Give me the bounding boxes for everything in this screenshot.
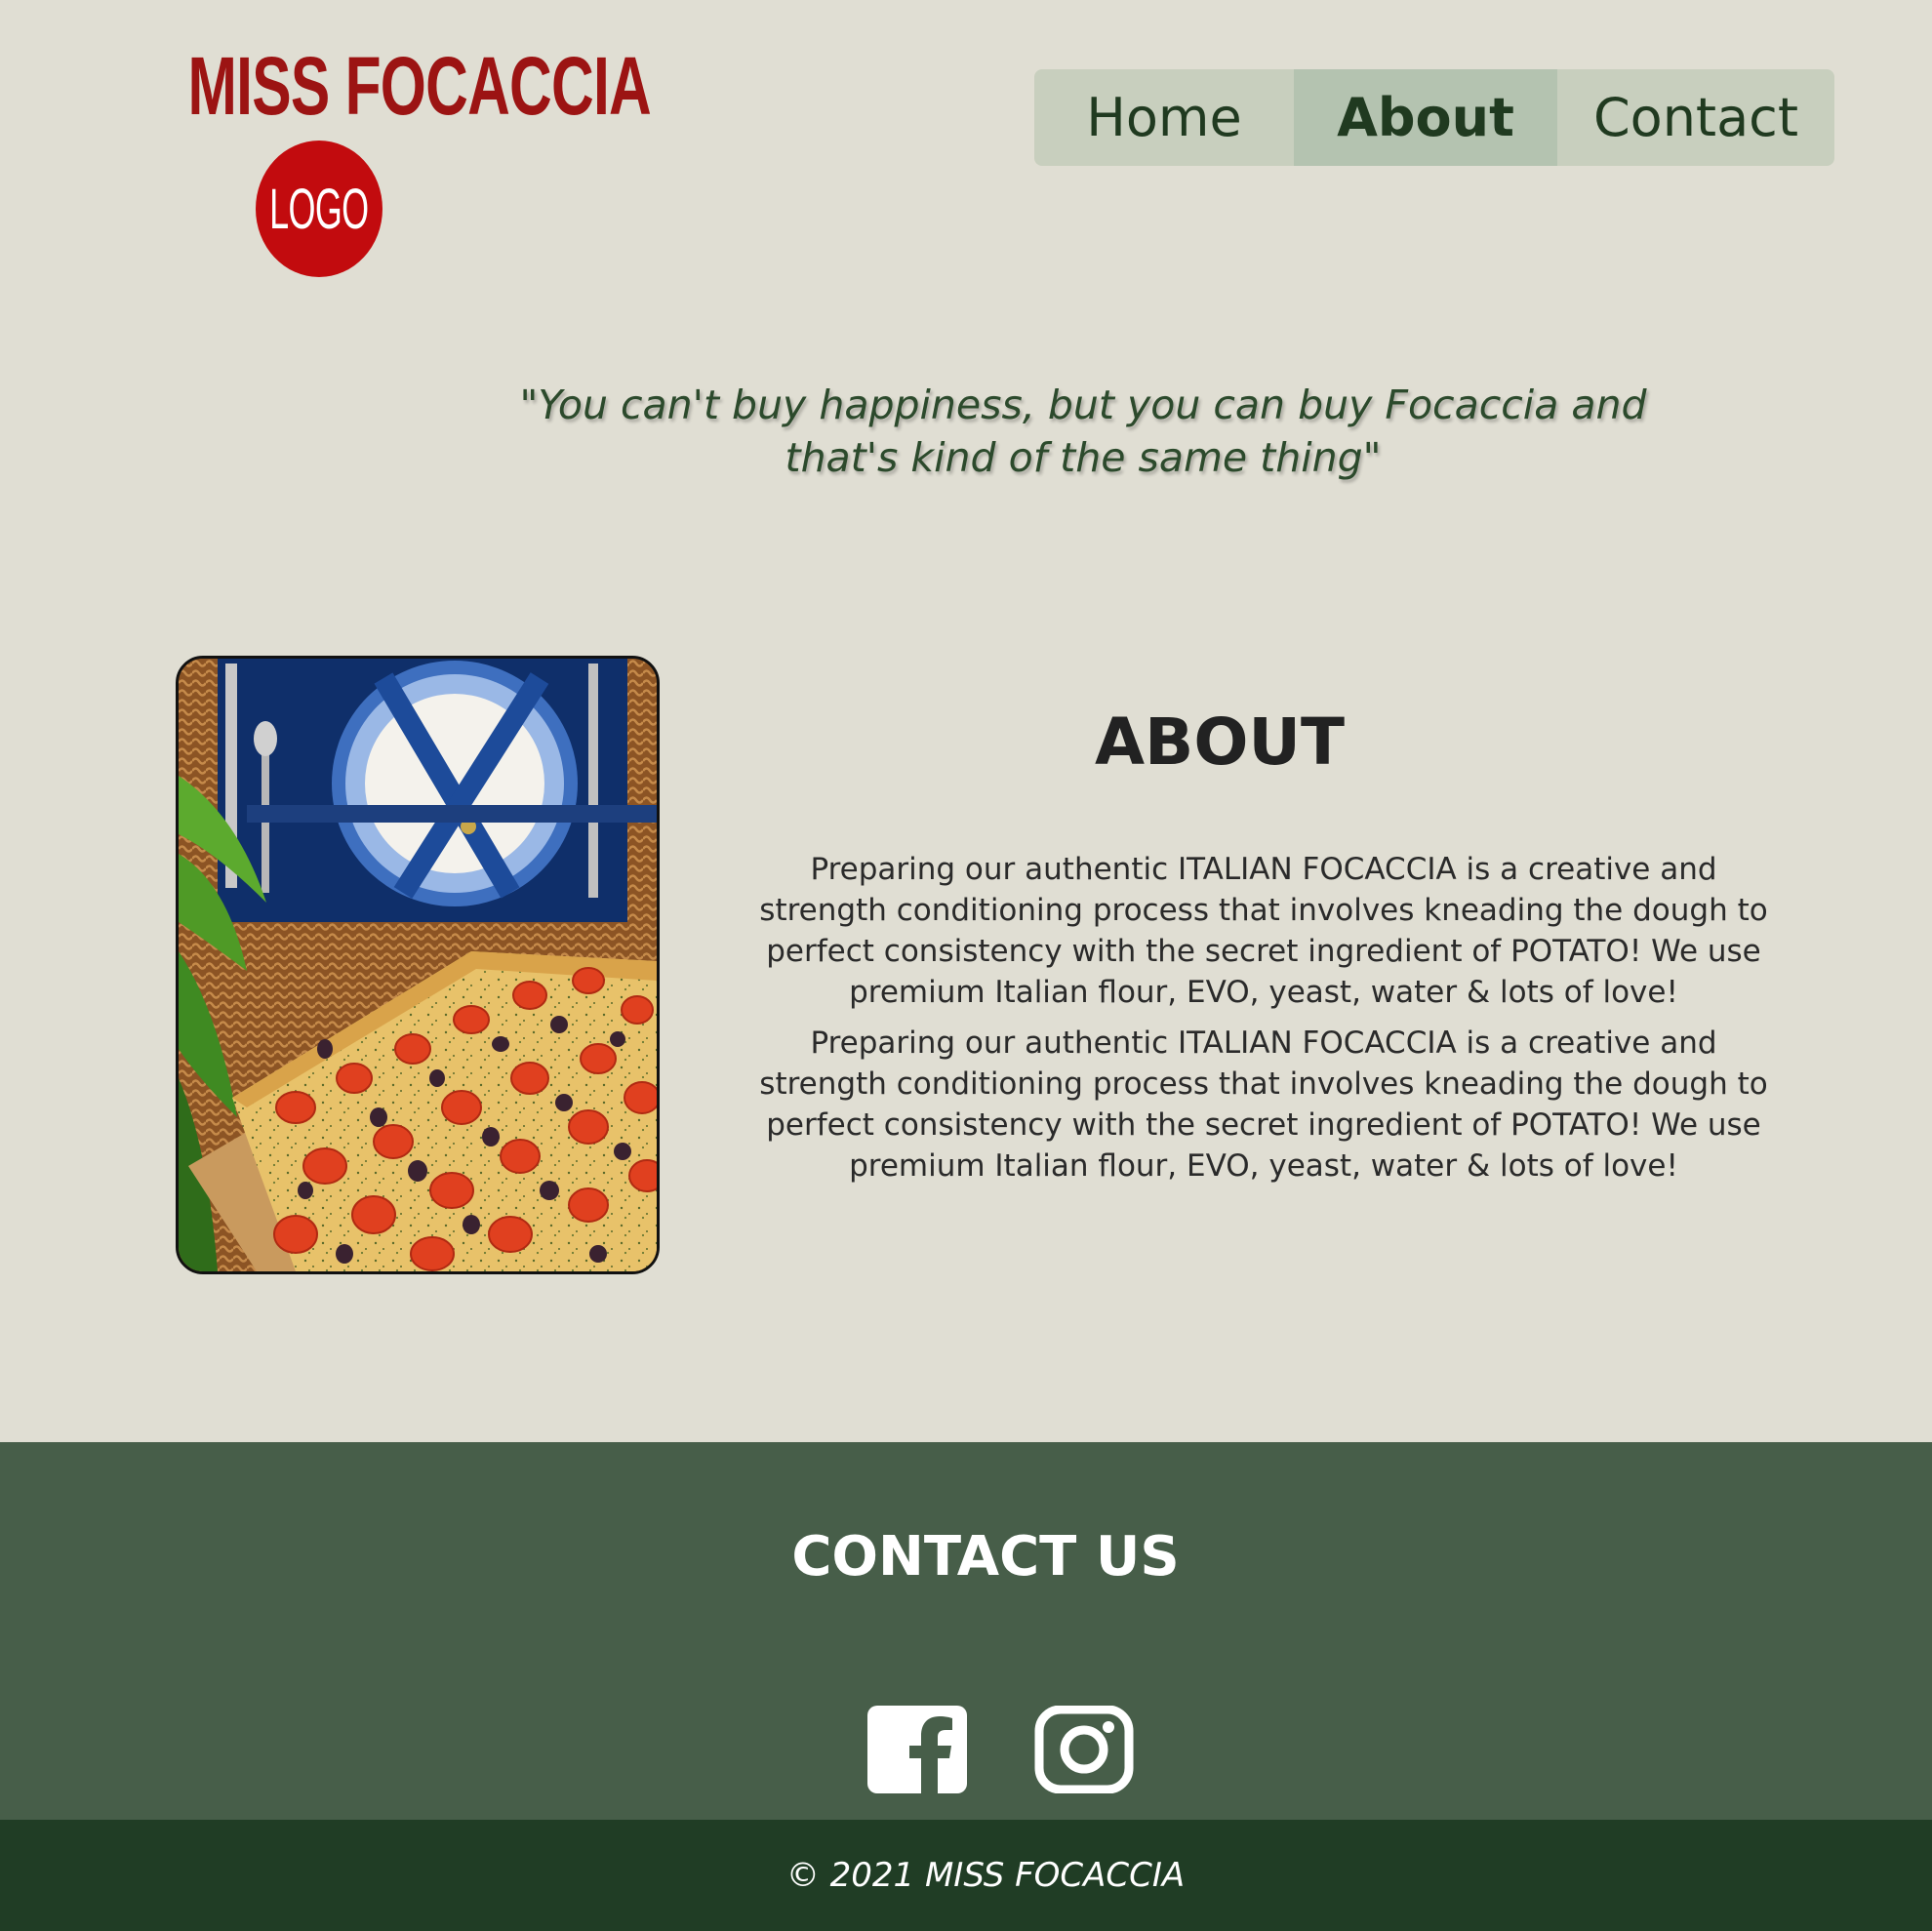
main-nav: Home About Contact xyxy=(1034,69,1834,166)
about-title: ABOUT xyxy=(1094,704,1346,780)
about-text: Preparing our authentic ITALIAN FOCACCIA… xyxy=(751,849,1776,1196)
brand-name: MISS FOCACCIA xyxy=(187,40,652,132)
logo-badge: LOGO xyxy=(256,141,382,277)
nav-item-about[interactable]: About xyxy=(1294,69,1557,166)
nav-item-home[interactable]: Home xyxy=(1034,69,1294,166)
contact-section: CONTACT US xyxy=(0,1442,1932,1820)
nav-item-contact[interactable]: Contact xyxy=(1557,69,1834,166)
brand[interactable]: MISS FOCACCIA LOGO xyxy=(137,40,652,277)
hero-quote: "You can't buy happiness, but you can bu… xyxy=(519,382,1647,481)
about-paragraph: Preparing our authentic ITALIAN FOCACCIA… xyxy=(759,1026,1768,1184)
site-footer: © 2021 MISS FOCACCIA xyxy=(0,1820,1932,1931)
instagram-icon[interactable] xyxy=(1034,1705,1134,1794)
logo-text: LOGO xyxy=(269,177,369,241)
contact-title: CONTACT US xyxy=(791,1525,1180,1589)
copyright-text: © 2021 MISS FOCACCIA xyxy=(785,1856,1186,1895)
about-photo xyxy=(176,656,660,1274)
site-header: MISS FOCACCIA LOGO Home About Contact xyxy=(0,0,1932,293)
about-paragraph: Preparing our authentic ITALIAN FOCACCIA… xyxy=(759,852,1768,1010)
facebook-icon[interactable] xyxy=(867,1706,967,1793)
